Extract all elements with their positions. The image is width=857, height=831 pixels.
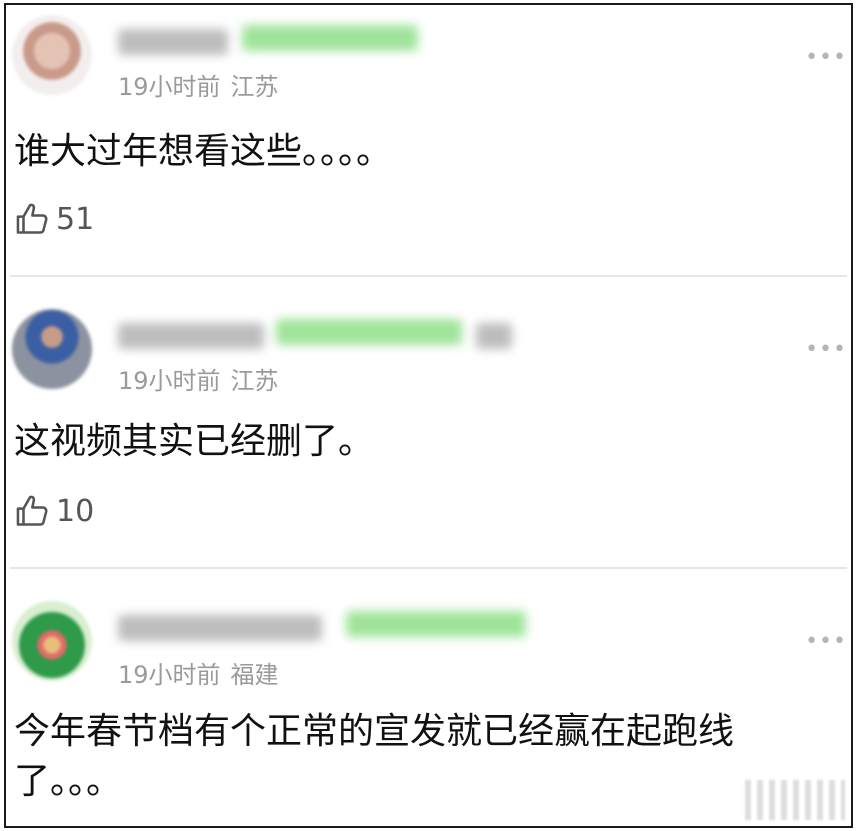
user-badge-blurred	[276, 319, 462, 345]
comment-location: 福建	[230, 661, 279, 689]
like-count: 10	[56, 493, 95, 529]
more-options-button[interactable]: •••	[805, 629, 847, 654]
user-badge-blurred	[346, 611, 526, 637]
comment-list: 19小时前 江苏 ••• 谁大过年想看这些。。。。 51 19小时前 江苏 ••• …	[4, 3, 853, 828]
avatar[interactable]	[12, 309, 92, 389]
username-blurred[interactable]	[118, 29, 228, 55]
avatar[interactable]	[12, 601, 92, 681]
username-blurred[interactable]	[118, 323, 264, 349]
comment-text: 这视频其实已经删了。	[14, 421, 375, 462]
thumbs-up-icon	[16, 495, 48, 526]
watermark	[745, 780, 845, 820]
comment-time: 19小时前	[118, 661, 221, 689]
thumbs-up-icon	[16, 203, 48, 234]
avatar[interactable]	[12, 15, 92, 95]
comment-meta: 19小时前 江苏	[118, 361, 279, 396]
comment-time: 19小时前	[118, 73, 221, 101]
comment-location: 江苏	[230, 367, 279, 395]
divider	[10, 567, 847, 569]
comment-item: 19小时前 江苏 ••• 谁大过年想看这些。。。。 51	[6, 5, 851, 277]
like-button[interactable]: 10	[14, 491, 94, 531]
comment-text: 谁大过年想看这些。。。。	[14, 131, 393, 172]
divider	[10, 275, 847, 277]
more-options-button[interactable]: •••	[805, 45, 847, 70]
like-count: 51	[56, 201, 95, 237]
comment-text: 今年春节档有个正常的宣发就已经赢在起跑线了。。。	[14, 711, 735, 802]
comment-item: 19小时前 福建 ••• 今年春节档有个正常的宣发就已经赢在起跑线了。。。	[6, 571, 851, 826]
comment-time: 19小时前	[118, 367, 221, 395]
like-button[interactable]: 51	[14, 199, 94, 239]
more-options-button[interactable]: •••	[805, 337, 847, 362]
username-blurred[interactable]	[118, 615, 322, 641]
user-badge-blurred	[476, 323, 512, 349]
comment-meta: 19小时前 福建	[118, 655, 279, 690]
user-badge-blurred	[242, 25, 418, 51]
comment-item: 19小时前 江苏 ••• 这视频其实已经删了。 10	[6, 279, 851, 569]
comment-location: 江苏	[230, 73, 279, 101]
comment-meta: 19小时前 江苏	[118, 67, 279, 102]
